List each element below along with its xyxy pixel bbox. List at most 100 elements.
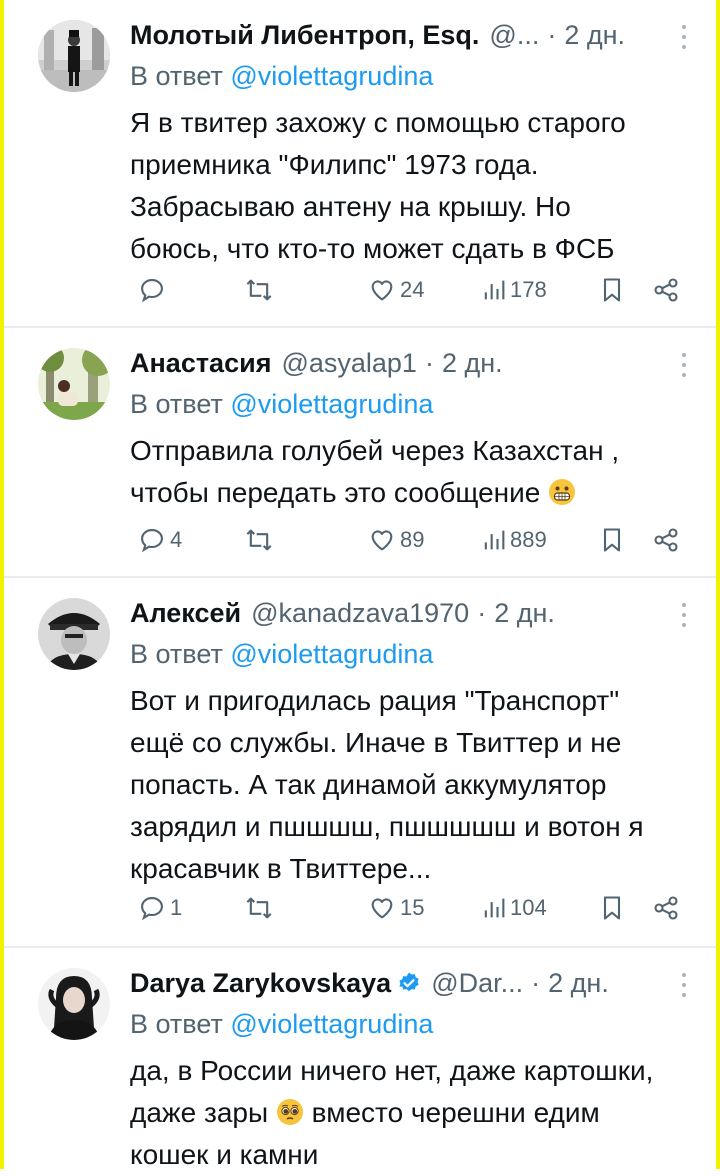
- bookmark-button[interactable]: [600, 276, 624, 304]
- views-icon: [484, 898, 505, 918]
- author-handle[interactable]: @kanadzava1970: [251, 598, 469, 629]
- tweet-text-line: Отправила голубей через Казахстан ,: [130, 435, 620, 466]
- reply-button[interactable]: [138, 276, 170, 304]
- tweet[interactable]: Молотый Либентроп, Esq. @... · 2 дн. В о…: [4, 0, 716, 328]
- author-handle[interactable]: @Dar...: [431, 968, 523, 999]
- like-count: 89: [400, 527, 425, 552]
- mention-link[interactable]: @violettagrudina: [230, 61, 433, 91]
- author-handle[interactable]: @...: [489, 20, 539, 51]
- tweet-text: Отправила голубей через Казахстан , чтоб…: [130, 430, 694, 514]
- reply-context: В ответ @violettagrudina: [130, 56, 694, 96]
- tweet-text: да, в России ничего нет, даже картошки, …: [130, 1050, 694, 1176]
- bookmark-icon: [603, 896, 621, 920]
- tweet-text: Вот и пригодилась рация "Транспорт" ещё …: [130, 685, 644, 884]
- view-count: 889: [510, 527, 547, 552]
- author-name[interactable]: Молотый Либентроп, Esq.: [130, 20, 479, 51]
- avatar[interactable]: [38, 598, 110, 670]
- reply-context: В ответ @violettagrudina: [130, 384, 694, 424]
- retweet-icon: [246, 279, 272, 301]
- like-button[interactable]: 24: [368, 276, 424, 304]
- reply-count: 4: [170, 527, 183, 552]
- more-icon[interactable]: [674, 970, 694, 1000]
- tweet-text-line: кошек и камни: [130, 1139, 319, 1170]
- action-bar: 4 89 889: [130, 520, 696, 560]
- retweet-button[interactable]: [242, 526, 276, 554]
- more-icon[interactable]: [674, 350, 694, 380]
- views-icon: [484, 280, 505, 300]
- like-count: 15: [400, 895, 425, 920]
- like-count: 24: [400, 277, 425, 302]
- action-bar: 24 178: [130, 270, 696, 310]
- like-icon: [371, 898, 393, 919]
- author-name[interactable]: Darya Zarykovskaya: [130, 968, 391, 999]
- author-name[interactable]: Анастасия: [130, 348, 271, 379]
- tweet[interactable]: Алексей @kanadzava1970 · 2 дн. В ответ @…: [4, 578, 716, 948]
- reply-icon: [141, 529, 163, 553]
- pleading-face-icon: [276, 1096, 304, 1125]
- more-icon[interactable]: [674, 22, 694, 52]
- timestamp[interactable]: 2 дн.: [564, 20, 625, 51]
- separator-dot: ·: [477, 597, 487, 628]
- share-button[interactable]: [652, 276, 680, 304]
- author-name[interactable]: Алексей: [130, 598, 241, 629]
- retweet-button[interactable]: [242, 276, 276, 304]
- share-button[interactable]: [652, 894, 680, 922]
- more-icon[interactable]: [674, 600, 694, 630]
- bookmark-icon: [603, 278, 621, 302]
- bookmark-icon: [603, 528, 621, 552]
- views-icon: [484, 530, 505, 550]
- reply-button[interactable]: 4: [138, 526, 182, 554]
- separator-dot: ·: [531, 967, 541, 998]
- bookmark-button[interactable]: [600, 894, 624, 922]
- separator-dot: ·: [547, 19, 557, 50]
- timestamp[interactable]: 2 дн.: [494, 598, 555, 629]
- retweet-button[interactable]: [242, 894, 276, 922]
- like-icon: [371, 280, 393, 301]
- separator-dot: ·: [424, 347, 434, 378]
- verified-badge-icon: [397, 971, 421, 995]
- tweet-text: Я в твитер захожу с помощью старого прие…: [130, 107, 626, 264]
- mention-link[interactable]: @violettagrudina: [230, 389, 433, 419]
- views-button[interactable]: 889: [482, 526, 547, 554]
- timestamp[interactable]: 2 дн.: [548, 968, 609, 999]
- retweet-icon: [246, 529, 272, 551]
- tweet-text-line: да, в России ничего нет, даже картошки,: [130, 1055, 654, 1086]
- bookmark-button[interactable]: [600, 526, 624, 554]
- retweet-icon: [246, 897, 272, 919]
- reply-button[interactable]: 1: [138, 894, 182, 922]
- mention-link[interactable]: @violettagrudina: [230, 1009, 433, 1039]
- like-button[interactable]: 15: [368, 894, 424, 922]
- share-icon: [654, 896, 678, 920]
- views-button[interactable]: 178: [482, 276, 547, 304]
- reply-context: В ответ @violettagrudina: [130, 634, 694, 674]
- tweet[interactable]: Анастасия @asyalap1 · 2 дн. В ответ @vio…: [4, 328, 716, 578]
- reply-prefix: В ответ: [130, 61, 223, 91]
- tweet-text-line: чтобы передать это сообщение: [130, 477, 541, 508]
- tweet[interactable]: Darya Zarykovskaya @Dar... · 2 дн. В отв…: [4, 948, 716, 1170]
- tweet-text-line: вместо черешни едим: [311, 1097, 600, 1128]
- view-count: 178: [510, 277, 547, 302]
- reply-icon: [141, 897, 163, 921]
- view-count: 104: [510, 895, 547, 920]
- like-icon: [371, 530, 393, 551]
- reply-context: В ответ @violettagrudina: [130, 1004, 694, 1044]
- tweet-text-line: даже зары: [130, 1097, 269, 1128]
- author-handle[interactable]: @asyalap1: [281, 348, 417, 379]
- reply-prefix: В ответ: [130, 639, 223, 669]
- avatar[interactable]: [38, 968, 110, 1040]
- views-button[interactable]: 104: [482, 894, 547, 922]
- reply-count: 1: [170, 895, 183, 920]
- timestamp[interactable]: 2 дн.: [442, 348, 503, 379]
- action-bar: 1 15 104: [130, 888, 696, 928]
- share-icon: [654, 528, 678, 552]
- mention-link[interactable]: @violettagrudina: [230, 639, 433, 669]
- grinning-face-icon: [548, 476, 576, 505]
- avatar[interactable]: [38, 20, 110, 92]
- share-icon: [654, 278, 678, 302]
- share-button[interactable]: [652, 526, 680, 554]
- reply-prefix: В ответ: [130, 1009, 223, 1039]
- avatar[interactable]: [38, 348, 110, 420]
- reply-icon: [141, 279, 163, 303]
- reply-prefix: В ответ: [130, 389, 223, 419]
- like-button[interactable]: 89: [368, 526, 424, 554]
